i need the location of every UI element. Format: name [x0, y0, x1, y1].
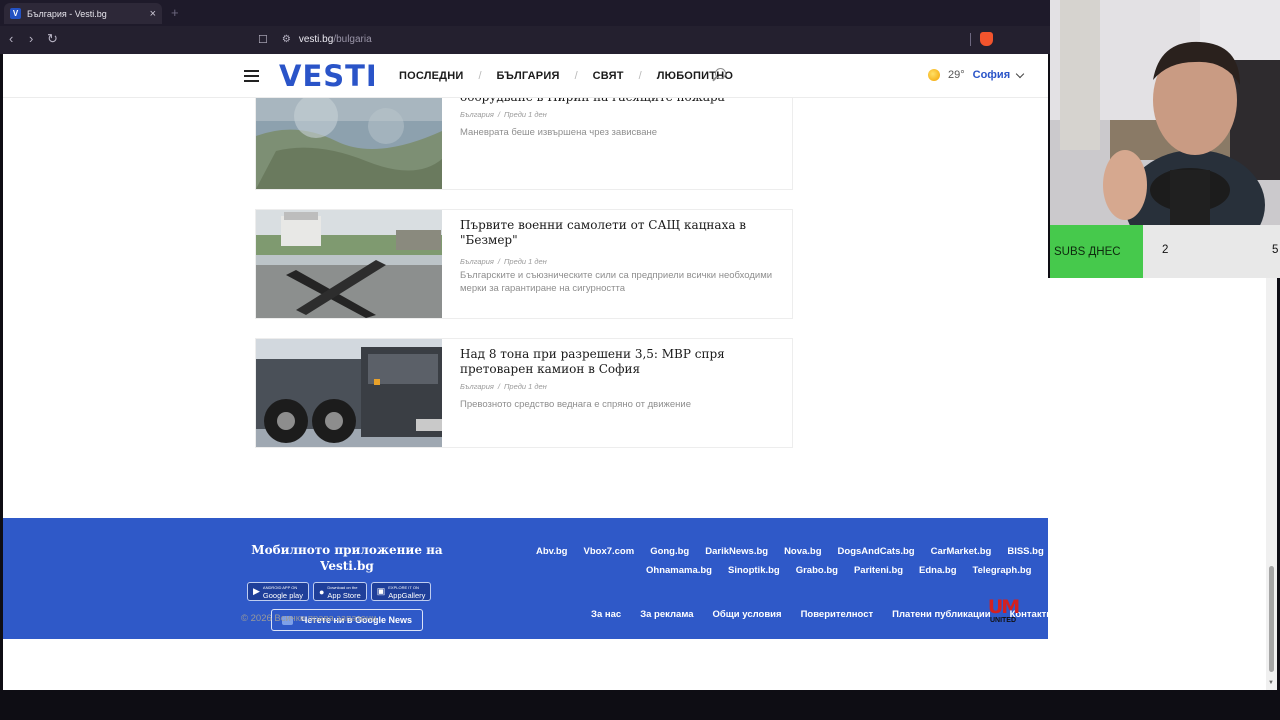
- footer-link[interactable]: DarikNews.bg: [705, 546, 768, 557]
- new-tab-button[interactable]: +: [171, 5, 179, 20]
- sun-icon: [928, 69, 940, 81]
- footer-link[interactable]: Edna.bg: [919, 565, 956, 576]
- huawei-icon: ▣: [376, 586, 386, 596]
- reload-icon[interactable]: ↻: [47, 31, 58, 47]
- forward-icon[interactable]: ›: [29, 31, 33, 46]
- google-play-badge[interactable]: ▶ ANDROID APP ON Google play: [247, 582, 309, 601]
- weather-widget[interactable]: 29° София: [928, 69, 1025, 81]
- back-icon[interactable]: ‹: [9, 31, 13, 46]
- united-media-logo[interactable]: UM UNITED: [985, 597, 1021, 625]
- nav-item-latest[interactable]: ПОСЛЕДНИ: [399, 70, 463, 82]
- footer-link[interactable]: Telegraph.bg: [973, 565, 1032, 576]
- footer-link[interactable]: Sinoptik.bg: [728, 565, 780, 576]
- mobile-app-title: Мобилното приложение на Vesti.bg: [251, 543, 443, 573]
- footer-link-privacy[interactable]: Поверителност: [801, 609, 874, 620]
- app-store-badges: ▶ ANDROID APP ON Google play ● Download o…: [247, 582, 432, 601]
- article-thumbnail[interactable]: [256, 339, 442, 447]
- brave-shield-icon[interactable]: [980, 32, 993, 46]
- footer-link[interactable]: BISS.bg: [1007, 546, 1043, 557]
- article-card[interactable]: Над 8 тона при разрешени 3,5: МВР спря п…: [255, 338, 793, 448]
- article-title[interactable]: Първите военни самолети от САЩ кацнаха в…: [460, 218, 785, 248]
- article-title[interactable]: Над 8 тона при разрешени 3,5: МВР спря п…: [460, 347, 785, 377]
- footer-link[interactable]: Pariteni.bg: [854, 565, 903, 576]
- nav-item-bulgaria[interactable]: БЪЛГАРИЯ: [497, 70, 560, 82]
- browser-tab[interactable]: V България - Vesti.bg ×: [4, 3, 162, 24]
- search-icon[interactable]: [715, 68, 726, 79]
- article-card[interactable]: Първите военни самолети от САЩ кацнаха в…: [255, 209, 793, 319]
- nav-separator: /: [478, 70, 482, 82]
- article-meta: България / Преди 1 ден: [460, 110, 547, 119]
- article-meta: България / Преди 1 ден: [460, 257, 547, 266]
- city-name: София: [972, 69, 1011, 81]
- favicon-icon: V: [10, 8, 21, 19]
- menu-icon[interactable]: [244, 70, 259, 82]
- app-store-badge[interactable]: ● Download on the App Store: [312, 582, 367, 601]
- main-nav: ПОСЛЕДНИ / БЪЛГАРИЯ / СВЯТ / ЛЮБОПИТНО: [399, 70, 733, 82]
- site-footer: Мобилното приложение на Vesti.bg ▶ ANDRO…: [3, 518, 1048, 639]
- bookmark-icon[interactable]: ☐: [258, 33, 268, 46]
- article-meta: България / Преди 1 ден: [460, 382, 547, 391]
- toolbar-divider: [970, 33, 971, 46]
- web-page: VESTI ПОСЛЕДНИ / БЪЛГАРИЯ / СВЯТ / ЛЮБОП…: [3, 54, 1048, 690]
- address-bar[interactable]: ☐ ⚙ vesti.bg/bulgaria: [252, 28, 1002, 51]
- browser-toolbar: ‹ › ↻ ☐ ⚙ vesti.bg/bulgaria: [0, 26, 1050, 54]
- footer-link-terms[interactable]: Общи условия: [713, 609, 782, 620]
- info-links: За нас За реклама Общи условия Поверител…: [591, 609, 1048, 620]
- temperature: 29°: [948, 69, 965, 81]
- nav-separator: /: [574, 70, 578, 82]
- site-settings-icon[interactable]: ⚙: [282, 34, 291, 45]
- partner-links-row1: Abv.bg Vbox7.com Gong.bg DarikNews.bg No…: [536, 546, 1044, 557]
- subs-value-secondary: 5: [1272, 244, 1279, 256]
- partner-links-row2: Ohnamama.bg Sinoptik.bg Grabo.bg Pariten…: [646, 565, 1031, 576]
- scroll-down-icon[interactable]: ▼: [1268, 680, 1274, 686]
- article-thumbnail[interactable]: [256, 210, 442, 318]
- url-text[interactable]: vesti.bg/bulgaria: [299, 34, 372, 45]
- play-icon: ▶: [253, 586, 260, 596]
- footer-link-paid[interactable]: Платени публикации: [892, 609, 990, 620]
- chevron-down-icon: [1015, 69, 1025, 78]
- site-logo[interactable]: VESTI: [279, 59, 378, 93]
- footer-link-advertising[interactable]: За реклама: [640, 609, 693, 620]
- footer-link[interactable]: Ohnamama.bg: [646, 565, 712, 576]
- subs-value: 2: [1162, 244, 1169, 256]
- article-description: Българските и съюзническите сили са пред…: [460, 270, 773, 294]
- scroll-thumb[interactable]: [1269, 566, 1274, 672]
- footer-link-about[interactable]: За нас: [591, 609, 621, 620]
- app-gallery-badge[interactable]: ▣ EXPLORE IT ON AppGallery: [370, 582, 432, 601]
- footer-link[interactable]: Abv.bg: [536, 546, 568, 557]
- nav-item-world[interactable]: СВЯТ: [593, 70, 624, 82]
- article-description: Маневрата беше извършена чрез зависване: [460, 127, 658, 138]
- page-background: [1048, 278, 1266, 690]
- site-header: VESTI ПОСЛЕДНИ / БЪЛГАРИЯ / СВЯТ / ЛЮБОП…: [3, 54, 1048, 98]
- tab-title: България - Vesti.bg: [27, 8, 107, 19]
- apple-icon: ●: [318, 586, 325, 597]
- article-description: Превозното средство веднага е спряно от …: [460, 399, 691, 410]
- footer-link[interactable]: Gong.bg: [650, 546, 689, 557]
- footer-link[interactable]: CarMarket.bg: [931, 546, 992, 557]
- footer-link[interactable]: Vbox7.com: [584, 546, 635, 557]
- webcam-overlay: [1050, 0, 1280, 225]
- footer-link[interactable]: Grabo.bg: [796, 565, 838, 576]
- footer-link[interactable]: Nova.bg: [784, 546, 821, 557]
- browser-tabbar: V България - Vesti.bg × +: [0, 0, 1050, 26]
- nav-separator: /: [638, 70, 642, 82]
- subs-label: SUBS ДНЕС: [1050, 225, 1143, 278]
- footer-link[interactable]: DogsAndCats.bg: [838, 546, 915, 557]
- copyright: © 2026 Всички права запазени.: [241, 613, 380, 624]
- close-tab-icon[interactable]: ×: [150, 8, 156, 20]
- subs-counter: SUBS ДНЕС 2 5: [1050, 225, 1280, 278]
- screen-bottom-bar: [0, 690, 1280, 720]
